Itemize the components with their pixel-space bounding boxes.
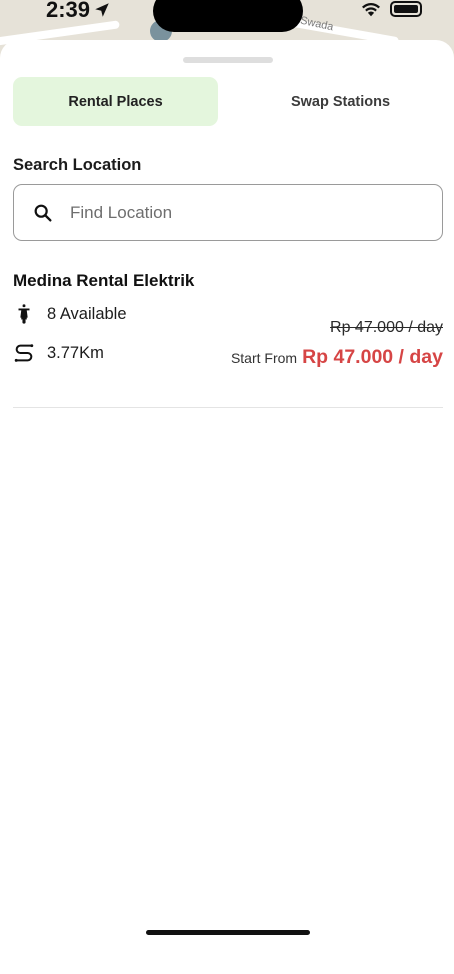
search-location-title: Search Location bbox=[13, 156, 142, 174]
scooter-icon bbox=[18, 304, 30, 324]
original-price: Rp 47.000 / day bbox=[330, 319, 443, 336]
battery-level bbox=[394, 5, 418, 13]
search-input[interactable] bbox=[70, 185, 430, 240]
list-divider bbox=[13, 407, 443, 408]
location-arrow-icon bbox=[95, 3, 109, 17]
tab-rental-places[interactable]: Rental Places bbox=[13, 77, 218, 126]
wifi-icon bbox=[362, 2, 380, 17]
distance-row: 3.77Km bbox=[13, 342, 104, 364]
status-bar: 2:39 bbox=[0, 0, 454, 40]
status-time: 2:39 bbox=[46, 0, 91, 22]
availability-text: 8 Available bbox=[47, 304, 127, 323]
home-indicator bbox=[146, 930, 310, 935]
rental-list-item[interactable]: Medina Rental Elektrik 8 Available 3.77K… bbox=[13, 265, 443, 395]
tab-bar: Rental Places Swap Stations bbox=[13, 77, 443, 127]
tab-swap-stations[interactable]: Swap Stations bbox=[238, 77, 443, 126]
rental-price: Rp 47.000 / day bbox=[302, 346, 443, 368]
rental-name: Medina Rental Elektrik bbox=[13, 271, 195, 290]
bottom-sheet: Rental Places Swap Stations Search Locat… bbox=[0, 40, 454, 974]
price-line: Start From Rp 47.000 / day bbox=[231, 346, 443, 369]
availability-row: 8 Available bbox=[13, 303, 127, 325]
search-box[interactable] bbox=[13, 184, 443, 241]
start-from-label: Start From bbox=[230, 350, 298, 366]
dynamic-island bbox=[153, 0, 303, 32]
route-icon bbox=[14, 344, 34, 362]
distance-text: 3.77Km bbox=[47, 343, 104, 362]
search-icon bbox=[34, 204, 52, 222]
battery-icon bbox=[390, 1, 422, 17]
sheet-grabber[interactable] bbox=[183, 57, 273, 63]
